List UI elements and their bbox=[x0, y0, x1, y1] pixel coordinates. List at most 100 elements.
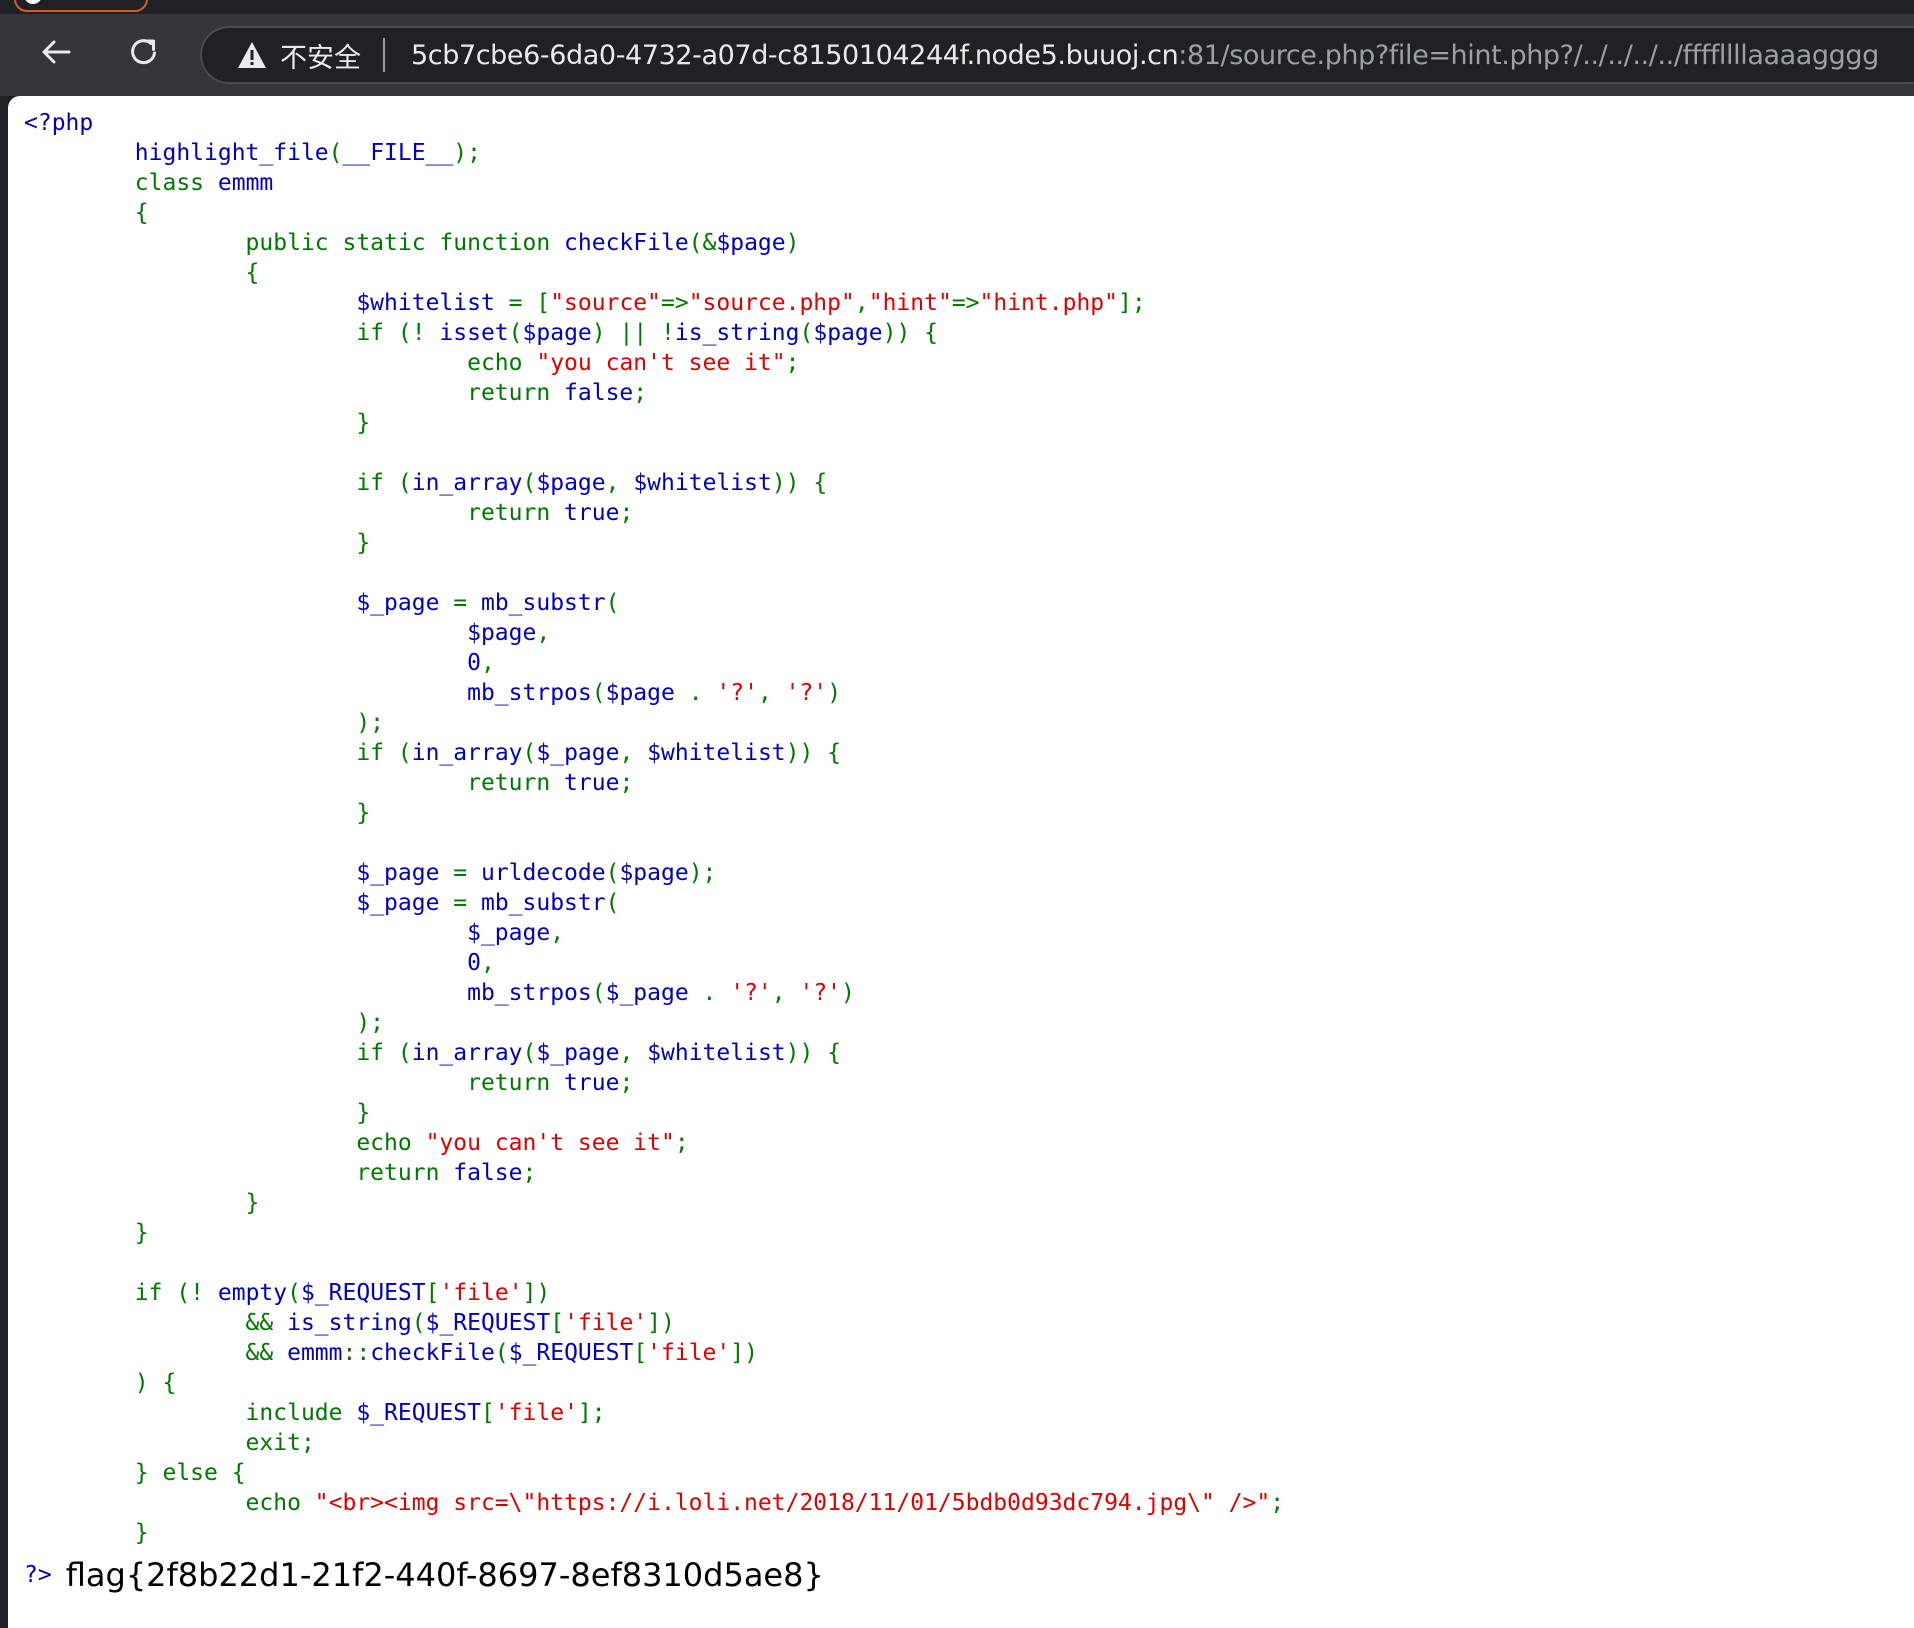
code-token: $whitelist bbox=[633, 470, 772, 496]
code-token: return bbox=[24, 770, 565, 796]
code-line: } bbox=[24, 1518, 1284, 1548]
security-status-label[interactable]: 不安全 bbox=[280, 36, 361, 75]
code-token: $_page bbox=[24, 590, 454, 616]
url-path: :81/source.php?file=hint.php?/../../../.… bbox=[1178, 39, 1879, 71]
code-token: highlight_file bbox=[24, 140, 329, 166]
url-host: 5cb7cbe6-6da0-4732-a07d-c8150104244f.nod… bbox=[411, 39, 1179, 71]
code-token: ( bbox=[605, 590, 620, 616]
code-token: } else { bbox=[24, 1460, 246, 1486]
code-token: , bbox=[550, 920, 565, 946]
code-token: , bbox=[619, 1040, 648, 1066]
code-token: "source.php" bbox=[688, 290, 855, 316]
code-token: } bbox=[24, 410, 371, 436]
code-token: ) bbox=[841, 980, 855, 1006]
code-token: echo bbox=[24, 1490, 315, 1516]
code-line: <?php bbox=[24, 108, 1284, 138]
code-line: } bbox=[24, 1098, 1284, 1128]
code-token: echo bbox=[24, 350, 537, 376]
code-token: , bbox=[771, 980, 800, 1006]
code-token: mb_substr bbox=[480, 890, 606, 916]
code-token: ); bbox=[24, 1010, 385, 1036]
code-token: . bbox=[702, 980, 731, 1006]
code-token: ]) bbox=[522, 1280, 551, 1306]
code-token: [ bbox=[425, 1280, 440, 1306]
code-token: 'file' bbox=[564, 1310, 648, 1336]
code-token: '?' bbox=[785, 680, 828, 706]
code-token: $_REQUEST bbox=[300, 1280, 426, 1306]
code-token: , bbox=[757, 680, 786, 706]
page-content: <?php highlight_file(__FILE__); class em… bbox=[8, 96, 1914, 1628]
code-token: ; bbox=[785, 350, 800, 376]
code-token: ( bbox=[799, 320, 814, 346]
code-token: $_REQUEST bbox=[508, 1340, 634, 1366]
code-line: mb_strpos($page . '?', '?') bbox=[24, 678, 1284, 708]
code-line: } bbox=[24, 1218, 1284, 1248]
code-line: 0, bbox=[24, 948, 1284, 978]
code-token: exit; bbox=[24, 1430, 315, 1456]
code-token: return bbox=[24, 1160, 454, 1186]
code-token: $_page bbox=[536, 740, 620, 766]
code-line: return false; bbox=[24, 378, 1284, 408]
tab-edge[interactable] bbox=[14, 0, 148, 12]
code-token: "you can't see it" bbox=[536, 350, 786, 376]
reload-button[interactable] bbox=[122, 32, 166, 76]
code-token: $_page bbox=[24, 890, 454, 916]
code-token: if (! bbox=[24, 320, 440, 346]
code-line: if (in_array($_page, $whitelist)) { bbox=[24, 738, 1284, 768]
code-line: highlight_file(__FILE__); bbox=[24, 138, 1284, 168]
php-close-tag: ?> bbox=[24, 1562, 52, 1588]
code-token: ( bbox=[508, 320, 523, 346]
code-token: ; bbox=[522, 1160, 537, 1186]
code-token: :: bbox=[342, 1340, 371, 1366]
code-token: urldecode bbox=[480, 860, 606, 886]
code-line: if (! empty($_REQUEST['file']) bbox=[24, 1278, 1284, 1308]
code-token: checkFile bbox=[564, 230, 689, 256]
code-token: => bbox=[951, 290, 980, 316]
code-token: emmm bbox=[217, 170, 274, 196]
code-line: } bbox=[24, 798, 1284, 828]
code-token: ]) bbox=[730, 1340, 758, 1366]
warning-icon[interactable] bbox=[236, 40, 268, 70]
code-token: $page bbox=[24, 620, 537, 646]
code-line: } else { bbox=[24, 1458, 1284, 1488]
code-token: if ( bbox=[24, 470, 412, 496]
code-token: emmm bbox=[287, 1340, 343, 1366]
code-line: { bbox=[24, 198, 1284, 228]
url-text[interactable]: 5cb7cbe6-6da0-4732-a07d-c8150104244f.nod… bbox=[411, 40, 1879, 71]
code-token: in_array bbox=[411, 1040, 523, 1066]
code-token: , bbox=[536, 620, 551, 646]
code-token: { bbox=[24, 200, 149, 226]
code-token: 0 bbox=[24, 950, 481, 976]
code-line: } bbox=[24, 528, 1284, 558]
code-token: is_string bbox=[287, 1310, 412, 1336]
code-token: , bbox=[605, 470, 634, 496]
code-token: ) bbox=[785, 230, 800, 256]
code-token: ]) bbox=[647, 1310, 675, 1336]
code-token: mb_strpos bbox=[24, 980, 592, 1006]
code-line: echo "you can't see it"; bbox=[24, 348, 1284, 378]
code-token: )) { bbox=[771, 470, 828, 496]
code-token: ( bbox=[605, 860, 620, 886]
code-token: false bbox=[564, 380, 634, 406]
code-line: public static function checkFile(&$page) bbox=[24, 228, 1284, 258]
code-token: "you can't see it" bbox=[425, 1130, 675, 1156]
code-token: ( bbox=[522, 470, 537, 496]
code-token: ( bbox=[522, 1040, 537, 1066]
code-token: = bbox=[453, 890, 481, 916]
code-token: $_page bbox=[605, 980, 703, 1006]
code-token: true bbox=[564, 1070, 620, 1096]
code-token: $whitelist bbox=[24, 290, 509, 316]
back-button[interactable] bbox=[34, 32, 78, 76]
code-token: $whitelist bbox=[647, 1040, 786, 1066]
code-line: return true; bbox=[24, 498, 1284, 528]
code-line: mb_strpos($_page . '?', '?') bbox=[24, 978, 1284, 1008]
code-token: $_REQUEST bbox=[425, 1310, 551, 1336]
code-token: ( bbox=[287, 1280, 301, 1306]
address-bar[interactable]: 不安全 5cb7cbe6-6da0-4732-a07d-c8150104244f… bbox=[200, 26, 1914, 84]
code-token: [ bbox=[480, 1400, 495, 1426]
code-token: } bbox=[24, 1100, 371, 1126]
code-token: ]; bbox=[1118, 290, 1146, 316]
code-token: && bbox=[24, 1310, 288, 1336]
code-token: $page bbox=[716, 230, 786, 256]
code-line: && emmm::checkFile($_REQUEST['file']) bbox=[24, 1338, 1284, 1368]
